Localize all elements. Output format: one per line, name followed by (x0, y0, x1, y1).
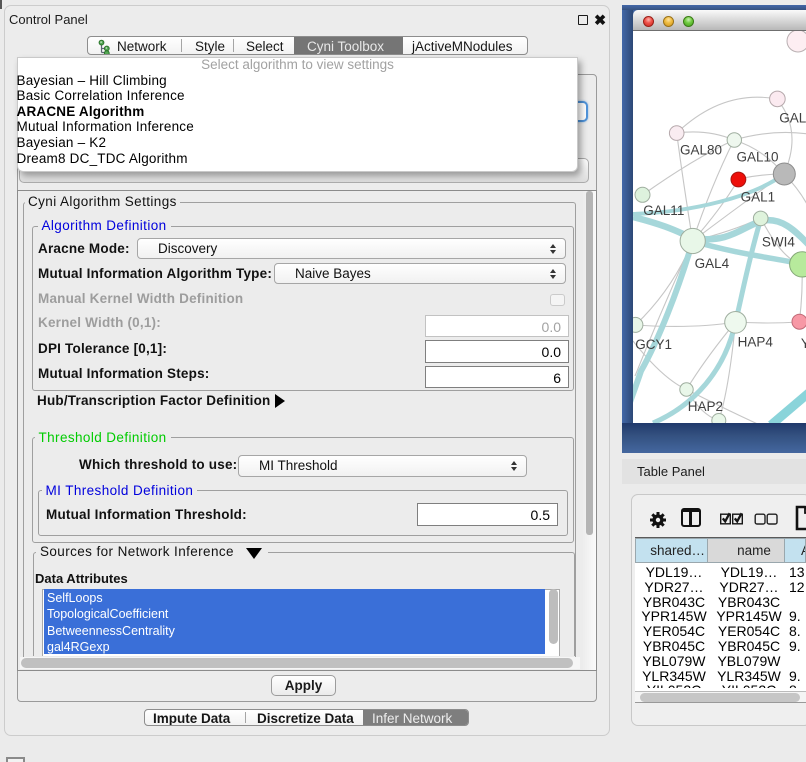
svg-text:GAL7: GAL7 (779, 111, 806, 126)
svg-text:GAL11: GAL11 (643, 203, 684, 218)
svg-text:GAL80: GAL80 (680, 143, 722, 158)
svg-text:SWI4: SWI4 (762, 235, 795, 250)
svg-text:Y: Y (801, 336, 806, 351)
svg-text:HAP2: HAP2 (688, 399, 723, 414)
svg-text:HAP4: HAP4 (738, 335, 774, 350)
svg-text:GCY1: GCY1 (635, 337, 672, 352)
svg-text:GAL4: GAL4 (695, 256, 730, 271)
svg-text:GAL10: GAL10 (737, 150, 779, 165)
svg-text:GAL1: GAL1 (741, 190, 776, 205)
